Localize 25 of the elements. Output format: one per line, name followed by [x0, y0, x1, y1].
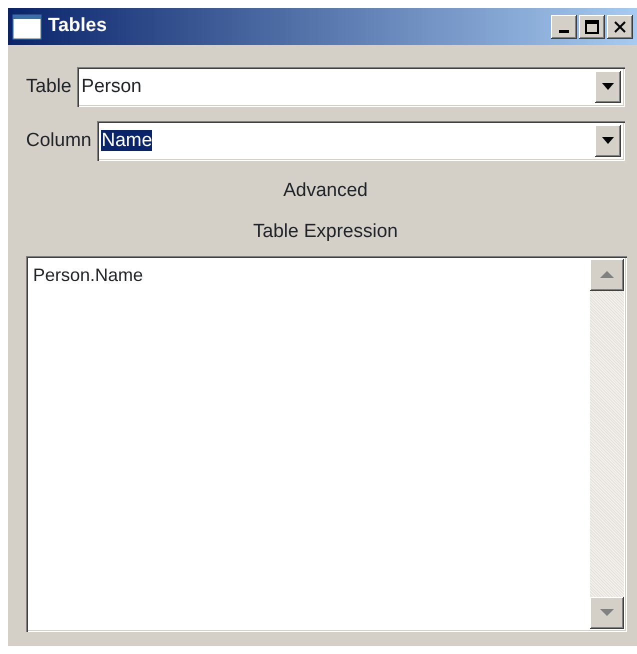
close-button[interactable] [607, 14, 633, 38]
field-label: Column [26, 128, 92, 153]
maximize-icon [585, 20, 599, 34]
close-icon [613, 20, 627, 34]
expression-text: Person.Name [33, 265, 144, 285]
scroll-down-button[interactable] [590, 597, 624, 629]
section-label: Advanced [283, 180, 368, 201]
expression-text-area[interactable]: Person.Name [26, 256, 627, 632]
combo-box[interactable]: Name [97, 121, 625, 161]
minimize-icon [559, 30, 569, 33]
scrollbar[interactable] [590, 259, 624, 629]
dropdown-button[interactable] [595, 125, 621, 157]
field-label: Table [26, 74, 72, 99]
combo-box[interactable]: Person [77, 67, 625, 107]
down-arrow-icon [600, 609, 614, 617]
window-icon [12, 14, 42, 40]
scroll-up-button[interactable] [590, 259, 624, 291]
up-arrow-icon [600, 271, 614, 279]
caret-icon [602, 83, 614, 91]
minimize-button[interactable] [551, 14, 577, 38]
dropdown-button[interactable] [595, 71, 621, 103]
window-title: Tables [48, 14, 107, 38]
maximize-button[interactable] [579, 14, 605, 38]
section-label: Table Expression [253, 220, 398, 242]
caret-icon [602, 137, 614, 145]
